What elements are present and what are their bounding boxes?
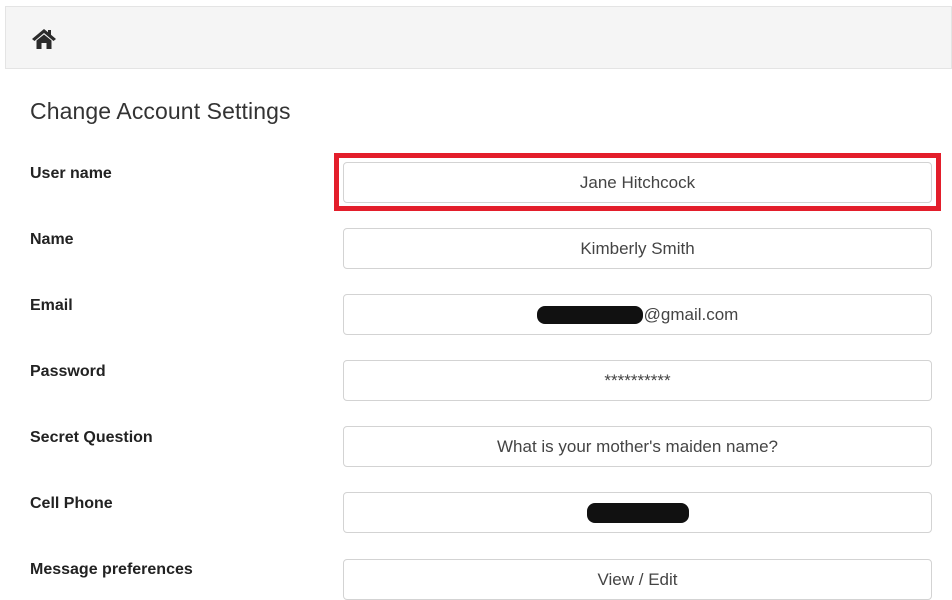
cell-phone-redaction <box>586 502 689 523</box>
view-edit-label: View / Edit <box>597 569 678 589</box>
username-value: Jane Hitchcock <box>579 172 696 192</box>
username-label: User name <box>30 165 112 182</box>
password-field[interactable]: ********** <box>343 360 932 401</box>
secret-question-label: Secret Question <box>30 429 153 446</box>
cell-phone-field[interactable] <box>343 492 932 533</box>
secret-question-value: What is your mother's maiden name? <box>496 436 779 456</box>
email-label: Email <box>30 297 73 314</box>
home-icon <box>32 29 56 49</box>
view-edit-button[interactable]: View / Edit <box>343 559 932 600</box>
password-value: ********** <box>604 370 671 390</box>
top-navbar <box>5 6 952 69</box>
page-title: Change Account Settings <box>30 98 291 124</box>
email-field[interactable]: @gmail.com <box>343 294 932 335</box>
home-button[interactable] <box>31 26 57 52</box>
email-redaction <box>536 305 643 324</box>
name-field[interactable]: Kimberly Smith <box>343 228 932 269</box>
message-preferences-label: Message preferences <box>30 561 193 578</box>
email-suffix: @gmail.com <box>643 304 739 324</box>
cell-phone-label: Cell Phone <box>30 495 113 512</box>
secret-question-field[interactable]: What is your mother's maiden name? <box>343 426 932 467</box>
name-label: Name <box>30 231 74 248</box>
name-value: Kimberly Smith <box>580 238 695 258</box>
username-field[interactable]: Jane Hitchcock <box>343 162 932 203</box>
password-label: Password <box>30 363 106 380</box>
